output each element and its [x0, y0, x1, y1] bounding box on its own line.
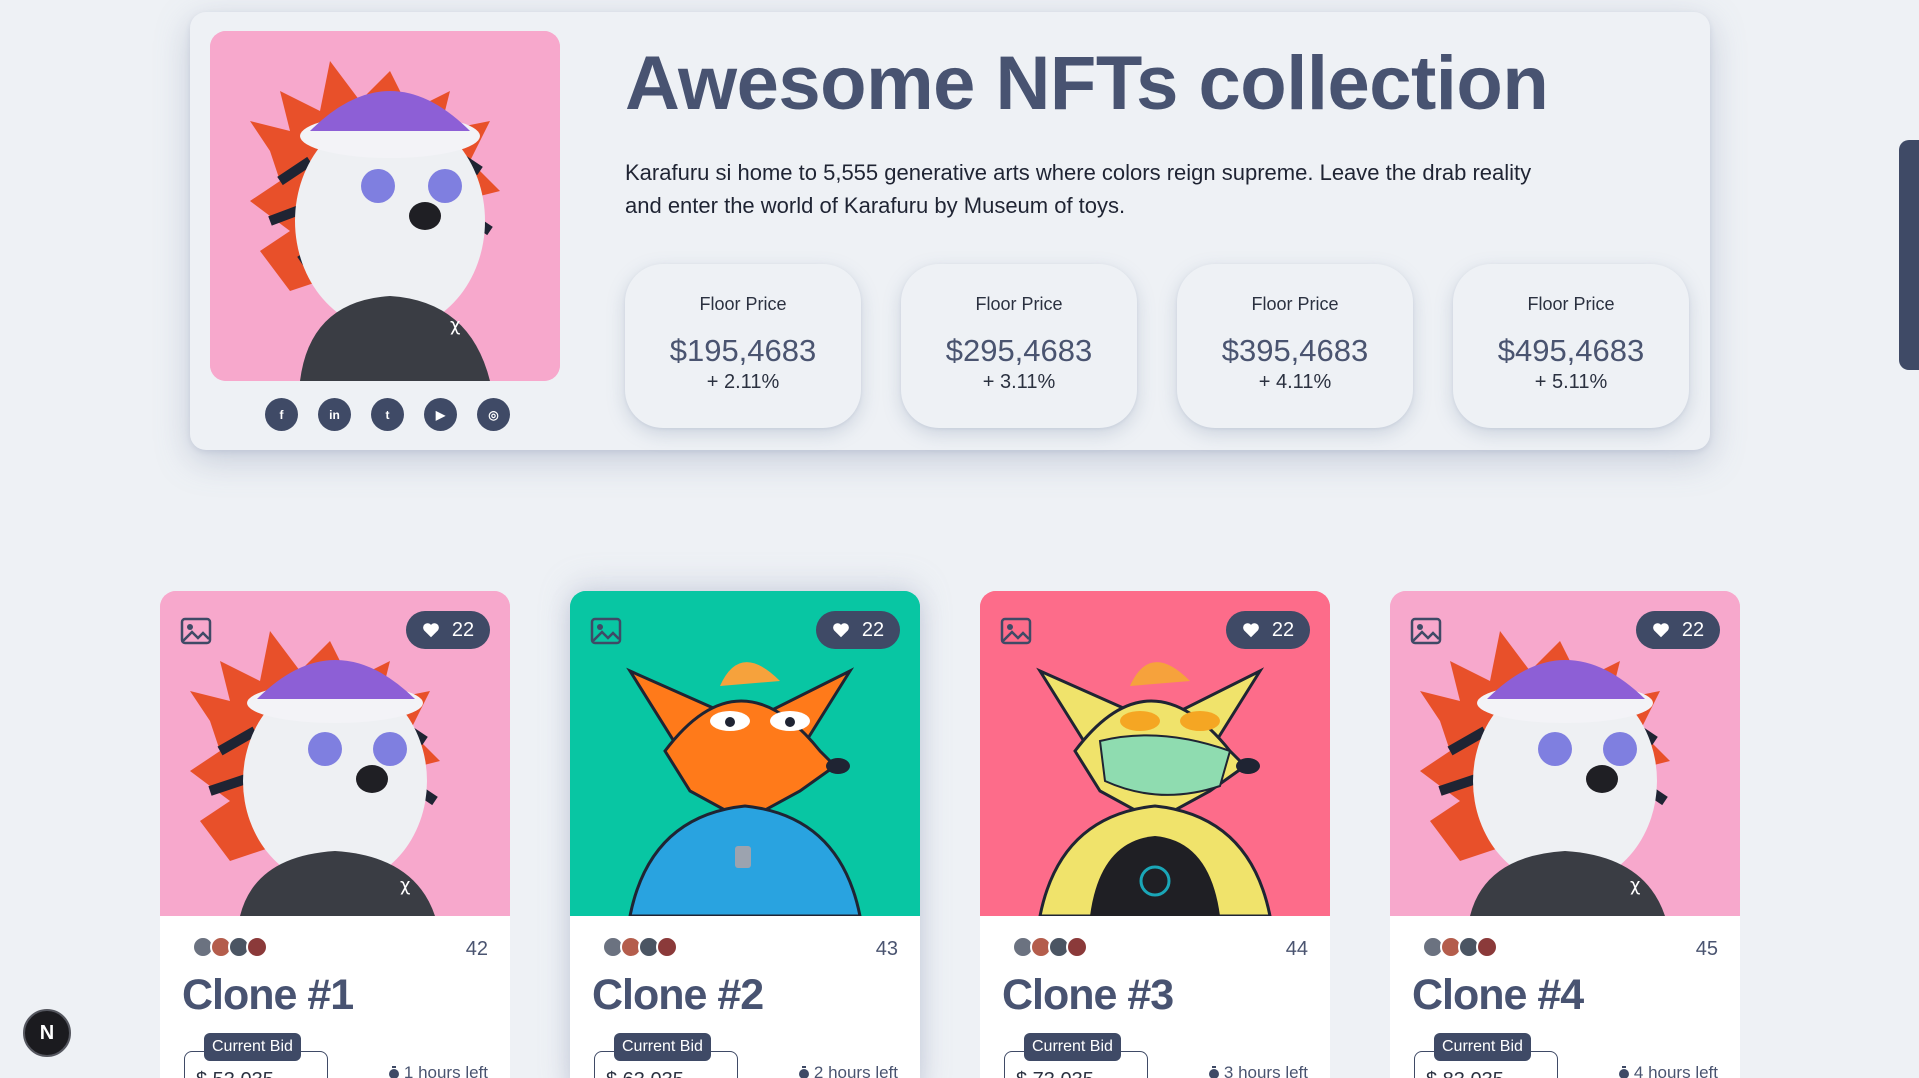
page-title: Awesome NFTs collection [625, 41, 1549, 126]
owner-avatars [1422, 936, 1498, 958]
image-icon [590, 617, 622, 645]
card-number: 42 [465, 938, 488, 960]
nft-card-image[interactable]: χ 22 [1390, 591, 1740, 916]
card-title[interactable]: Clone #1 [182, 971, 354, 1020]
current-bid-label: Current Bid [614, 1033, 711, 1061]
like-count: 22 [451, 618, 475, 641]
avatar[interactable] [246, 936, 268, 958]
owner-avatars [1012, 936, 1088, 958]
avatar[interactable] [1066, 936, 1088, 958]
stat-label: Floor Price [1251, 294, 1339, 314]
instagram-icon[interactable]: ◎ [477, 398, 510, 431]
stat-label: Floor Price [699, 294, 787, 314]
card-title[interactable]: Clone #3 [1002, 971, 1174, 1020]
current-bid-value: $ 73,035 [1016, 1069, 1094, 1078]
stat-change: + 3.11% [982, 371, 1056, 393]
nft-card-image[interactable]: 22 [570, 591, 920, 916]
avatar[interactable] [1476, 936, 1498, 958]
svg-text:χ: χ [400, 875, 410, 896]
svg-text:χ: χ [450, 315, 460, 336]
time-left-text: 2 hours left [813, 1063, 898, 1078]
youtube-icon[interactable]: ▶ [424, 398, 457, 431]
nft-card-1[interactable]: χ 22 42 Clone #1 Current Bid $ 53,035 1 … [160, 591, 510, 1078]
svg-text:χ: χ [1630, 875, 1640, 896]
floor-price-card: Floor Price $495,4683 + 5.11% [1453, 264, 1689, 428]
current-bid-value: $ 53,035 [196, 1069, 274, 1078]
like-button[interactable]: 22 [406, 611, 490, 649]
nextjs-badge[interactable]: N [23, 1009, 71, 1057]
time-left-text: 1 hours left [403, 1063, 488, 1078]
page-scrollbar[interactable] [1899, 140, 1919, 370]
bear-nft-image: χ [210, 31, 560, 381]
social-links: f in t ▶ ◎ [265, 398, 510, 431]
collection-description: Karafuru si home to 5,555 generative art… [625, 160, 1532, 218]
card-number: 43 [875, 938, 898, 960]
floor-price-stats: Floor Price $195,4683 + 2.11% Floor Pric… [625, 264, 1689, 428]
time-left: 2 hours left [798, 1063, 898, 1078]
image-icon [180, 617, 212, 645]
floor-price-card: Floor Price $195,4683 + 2.11% [625, 264, 861, 428]
stat-change: + 2.11% [706, 371, 780, 393]
stat-price: $195,4683 [669, 333, 817, 368]
heart-icon [833, 623, 849, 638]
stat-price: $295,4683 [945, 333, 1093, 368]
like-count: 22 [1681, 618, 1705, 641]
avatar[interactable] [656, 936, 678, 958]
twitter-icon[interactable]: t [371, 398, 404, 431]
like-count: 22 [861, 618, 885, 641]
nft-card-image[interactable]: χ 22 [160, 591, 510, 916]
stopwatch-icon [388, 1066, 399, 1078]
collection-hero: χ f in t ▶ ◎ Awesome NFTs collection Kar… [190, 12, 1710, 450]
card-number: 44 [1285, 938, 1308, 960]
card-number: 45 [1695, 938, 1718, 960]
facebook-icon[interactable]: f [265, 398, 298, 431]
owner-avatars [192, 936, 268, 958]
card-title[interactable]: Clone #2 [592, 971, 764, 1020]
heart-icon [423, 623, 439, 638]
floor-price-card: Floor Price $295,4683 + 3.11% [901, 264, 1137, 428]
stat-change: + 5.11% [1534, 371, 1608, 393]
stopwatch-icon [1618, 1066, 1629, 1078]
linkedin-icon[interactable]: in [318, 398, 351, 431]
time-left: 3 hours left [1208, 1063, 1308, 1078]
like-button[interactable]: 22 [816, 611, 900, 649]
card-title[interactable]: Clone #4 [1412, 971, 1584, 1020]
heart-icon [1243, 623, 1259, 638]
image-icon [1000, 617, 1032, 645]
time-left-text: 4 hours left [1633, 1063, 1718, 1078]
nft-card-2[interactable]: 22 43 Clone #2 Current Bid $ 63,035 2 ho… [570, 591, 920, 1078]
nft-card-image[interactable]: 22 [980, 591, 1330, 916]
like-button[interactable]: 22 [1636, 611, 1720, 649]
stopwatch-icon [1208, 1066, 1219, 1078]
current-bid-label: Current Bid [1024, 1033, 1121, 1061]
hero-nft-image[interactable]: χ [210, 31, 560, 381]
time-left-text: 3 hours left [1223, 1063, 1308, 1078]
like-count: 22 [1271, 618, 1295, 641]
time-left: 1 hours left [388, 1063, 488, 1078]
owner-avatars [602, 936, 678, 958]
image-icon [1410, 617, 1442, 645]
time-left: 4 hours left [1618, 1063, 1718, 1078]
floor-price-card: Floor Price $395,4683 + 4.11% [1177, 264, 1413, 428]
stat-label: Floor Price [1527, 294, 1615, 314]
like-button[interactable]: 22 [1226, 611, 1310, 649]
current-bid-value: $ 83,035 [1426, 1069, 1504, 1078]
nft-card-3[interactable]: 22 44 Clone #3 Current Bid $ 73,035 3 ho… [980, 591, 1330, 1078]
current-bid-value: $ 63,035 [606, 1069, 684, 1078]
current-bid-label: Current Bid [204, 1033, 301, 1061]
stat-price: $395,4683 [1221, 333, 1369, 368]
stopwatch-icon [798, 1066, 809, 1078]
nft-card-4[interactable]: χ 22 45 Clone #4 Current Bid $ 83,035 4 … [1390, 591, 1740, 1078]
stat-label: Floor Price [975, 294, 1063, 314]
current-bid-label: Current Bid [1434, 1033, 1531, 1061]
stat-price: $495,4683 [1497, 333, 1645, 368]
stat-change: + 4.11% [1258, 371, 1332, 393]
heart-icon [1653, 623, 1669, 638]
